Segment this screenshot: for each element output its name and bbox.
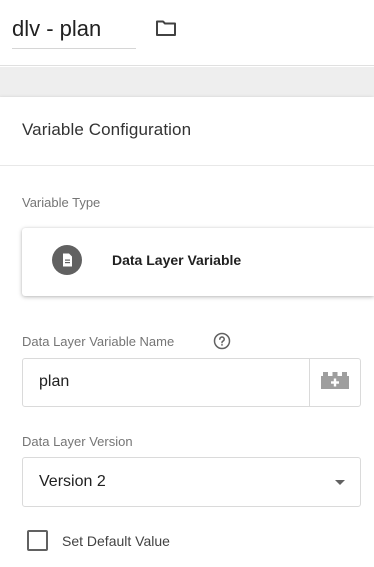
data-layer-version-value: Version 2 [39, 473, 106, 490]
data-layer-variable-name-input[interactable]: plan [22, 358, 361, 407]
data-layer-variable-name-label: Data Layer Variable Name [22, 334, 175, 349]
variable-configuration-card: Variable Configuration Variable Type Dat… [0, 97, 374, 567]
variable-name-input[interactable]: dlv - plan [12, 15, 136, 49]
divider [0, 165, 374, 166]
help-icon[interactable] [213, 332, 231, 350]
set-default-value-label: Set Default Value [62, 533, 170, 549]
variable-editor: dlv - plan Variable Configuration Variab… [0, 0, 374, 567]
set-default-value-checkbox[interactable] [27, 530, 48, 551]
folder-icon[interactable] [154, 16, 178, 40]
variable-type-name: Data Layer Variable [112, 252, 242, 268]
document-icon [52, 245, 82, 275]
section-title: Variable Configuration [22, 120, 192, 139]
add-variable-icon [321, 372, 349, 389]
title-bar: dlv - plan [0, 0, 374, 66]
data-layer-version-select[interactable]: Version 2 [22, 457, 361, 507]
header-separator [0, 67, 374, 97]
add-variable-button[interactable] [309, 359, 360, 406]
variable-type-selector[interactable]: Data Layer Variable [22, 228, 374, 296]
variable-type-label: Variable Type [22, 195, 101, 210]
data-layer-version-label: Data Layer Version [22, 434, 133, 449]
data-layer-variable-name-value: plan [39, 373, 70, 390]
chevron-down-icon [335, 480, 345, 485]
